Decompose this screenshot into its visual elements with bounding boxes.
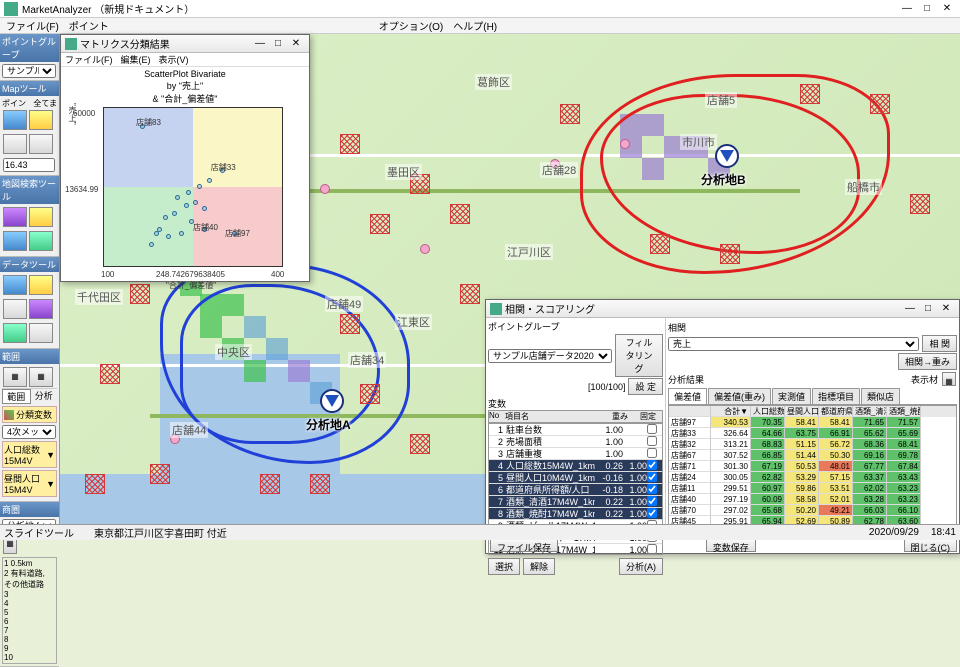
main-titlebar: MarketAnalyzer （新規ドキュメント） — □ ✕ bbox=[0, 0, 960, 18]
close-icon[interactable]: ✕ bbox=[287, 37, 305, 51]
menu-file[interactable]: ファイル(F) bbox=[6, 18, 59, 33]
scatter-icon bbox=[65, 38, 77, 50]
result-tabs: 偏差値偏差値(重み)実測値指標項目類似店 bbox=[668, 388, 957, 405]
menu-help[interactable]: ヘルプ(H) bbox=[453, 18, 497, 33]
marker-b-label: 分析地B bbox=[701, 171, 746, 188]
app-icon bbox=[4, 2, 18, 16]
marker-a[interactable] bbox=[320, 389, 344, 413]
close-icon[interactable]: ✕ bbox=[937, 302, 955, 316]
menu-option[interactable]: オプション(O) bbox=[379, 18, 443, 33]
correlation-window: 相関・スコアリング —□✕ ポイントグループ サンプル店舗データ2020フィルタ… bbox=[485, 299, 960, 554]
app-title: MarketAnalyzer （新規ドキュメント） bbox=[22, 1, 194, 16]
scatter-window: マトリクス分類結果 —□✕ ファイル(F)編集(E)表示(V) ScatterP… bbox=[60, 34, 310, 282]
marker-a-label: 分析地A bbox=[306, 416, 351, 433]
maximize-icon[interactable]: □ bbox=[919, 302, 937, 316]
tool-btn[interactable] bbox=[29, 134, 53, 154]
minimize-icon[interactable]: — bbox=[251, 37, 269, 51]
result-table[interactable]: 合計▼人口総数15昼間人口10都道府県内酒類_清酒1酒類_焼酎1店舗97340.… bbox=[668, 405, 957, 536]
tool-btn[interactable] bbox=[3, 134, 27, 154]
close-icon[interactable]: ✕ bbox=[938, 2, 956, 16]
scatter-plot[interactable]: 店舗83 店舗33 店舗97 店舗40 bbox=[103, 107, 283, 267]
corr-icon bbox=[490, 303, 502, 315]
marker-b[interactable] bbox=[715, 144, 739, 168]
left-toolbar: ポイントグループ サンプル店舗データ Mapツール ポイン全てま 地図検索ツール… bbox=[0, 34, 60, 524]
tool-btn[interactable] bbox=[29, 110, 53, 130]
tool-btn[interactable] bbox=[3, 110, 27, 130]
zoom-value[interactable] bbox=[3, 158, 55, 172]
minimize-icon[interactable]: — bbox=[898, 2, 916, 16]
maximize-icon[interactable]: □ bbox=[269, 37, 287, 51]
status-bar: スライドツール 東京都江戸川区宇喜田町 付近 2020/09/2918:41 bbox=[0, 524, 960, 540]
minimize-icon[interactable]: — bbox=[901, 302, 919, 316]
maximize-icon[interactable]: □ bbox=[918, 2, 936, 16]
menu-point[interactable]: ポイント bbox=[69, 18, 109, 33]
main-menubar: ファイル(F) ポイント オプション(O) ヘルプ(H) bbox=[0, 18, 960, 34]
scatter-var-label: 分類変数 bbox=[2, 406, 57, 423]
pointgroup-select[interactable]: サンプル店舗データ bbox=[2, 64, 56, 78]
